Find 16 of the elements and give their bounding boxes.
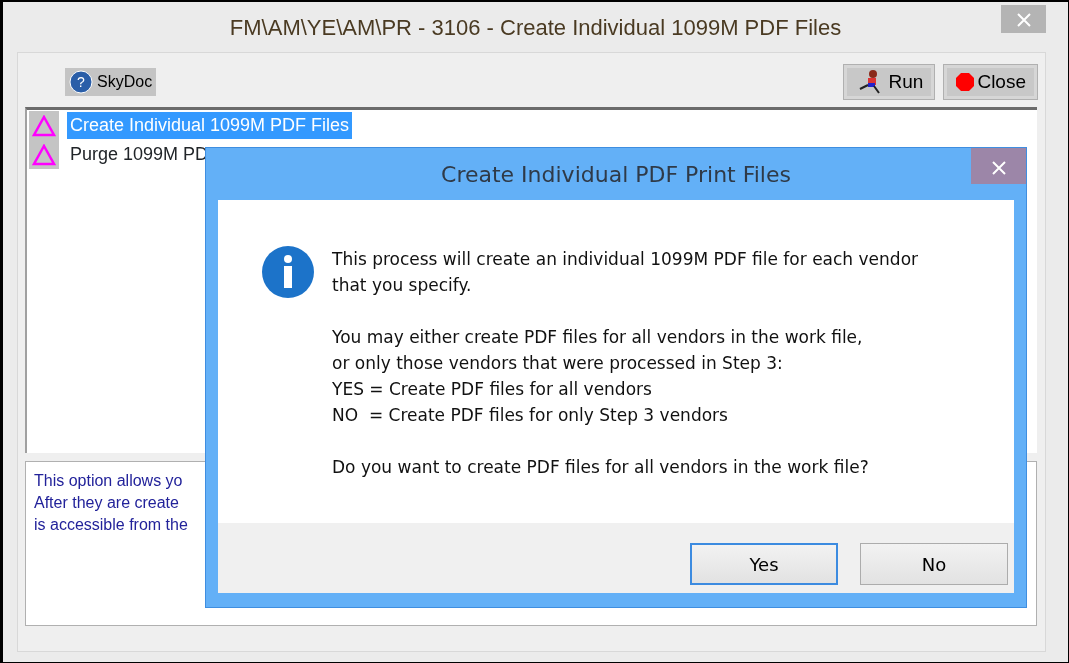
window-title: FM\AM\YE\AM\PR - 3106 - Create Individual 1099M PDF Files	[229, 13, 842, 42]
close-icon	[1016, 13, 1031, 27]
dialog-button[interactable]: Yes	[690, 543, 838, 585]
message-text: This process will create an individual 1099M PDF file for each vendor that you specify.	[332, 248, 919, 297]
dialog-button[interactable]: No	[860, 543, 1008, 585]
close-button[interactable]	[971, 148, 1026, 184]
dialog-title: Create Individual PDF Print Files	[441, 160, 791, 189]
message-text: You may either create PDF files for all vendors in the work file, or only those vendors that were processed in Step 3: YES = Create PDF files for all vendors NO = Create PDF files for only Step 3 vendors	[332, 326, 864, 427]
info-icon	[262, 246, 314, 298]
run-button[interactable]: Run	[843, 65, 935, 99]
close-button[interactable]	[1001, 5, 1046, 33]
skydoc-button[interactable]: ? SkyDoc	[65, 68, 157, 96]
close-button[interactable]: Close	[944, 65, 1037, 99]
close-icon	[991, 160, 1006, 175]
stop-icon	[955, 72, 976, 92]
help-icon: ?	[69, 70, 93, 94]
